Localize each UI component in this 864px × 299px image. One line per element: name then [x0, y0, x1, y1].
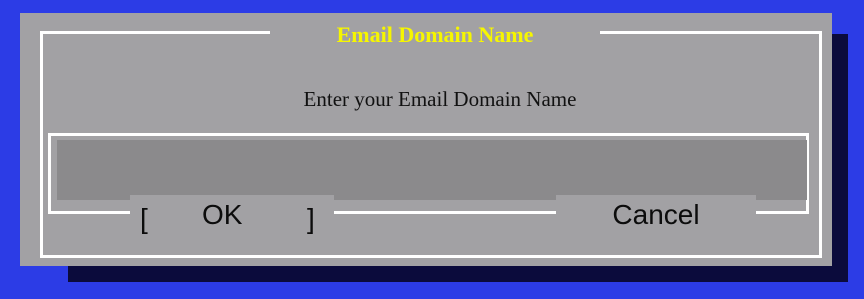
input-frame-left: [48, 133, 51, 214]
frame-top-left: [40, 31, 272, 34]
input-frame-top: [48, 133, 808, 136]
frame-right: [819, 31, 822, 258]
input-frame-bottom-right: [756, 211, 808, 214]
dialog-title: Email Domain Name: [270, 21, 600, 49]
cancel-button[interactable]: Cancel: [556, 195, 756, 243]
ok-button[interactable]: [ OK ]: [130, 195, 334, 243]
ok-bracket-left: [: [140, 203, 148, 234]
ok-button-label: OK: [202, 199, 243, 230]
dialog-prompt: Enter your Email Domain Name: [303, 87, 577, 111]
input-frame-bottom-mid: [334, 211, 556, 214]
email-domain-input[interactable]: [57, 140, 807, 200]
input-frame-bottom-left: [48, 211, 132, 214]
frame-bottom: [40, 255, 822, 258]
frame-top-right: [598, 31, 822, 34]
frame-left: [40, 31, 43, 258]
cancel-button-label: Cancel: [612, 199, 700, 230]
ok-bracket-right: ]: [307, 203, 315, 234]
